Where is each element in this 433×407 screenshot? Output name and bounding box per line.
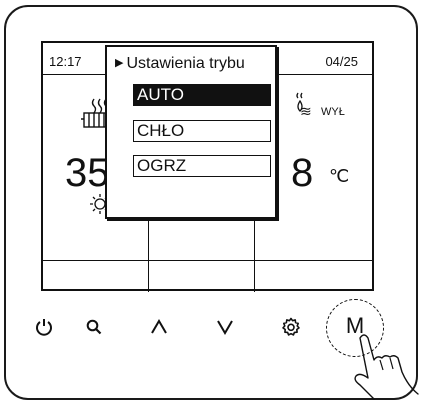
mode-settings-popup: ▶ Ustawienia trybu AUTO CHŁO OGRZ bbox=[105, 45, 277, 219]
power-button[interactable] bbox=[28, 311, 60, 343]
settings-button[interactable] bbox=[275, 311, 307, 343]
temperature-unit: ℃ bbox=[329, 166, 350, 186]
up-arrow-icon bbox=[151, 319, 167, 334]
up-button[interactable] bbox=[143, 311, 175, 343]
mode-option-auto[interactable]: AUTO bbox=[133, 84, 271, 106]
temperature-left: 35 bbox=[65, 151, 110, 195]
fan-wave-icon: ≋ bbox=[300, 103, 312, 119]
popup-title-text: Ustawienia trybu bbox=[126, 55, 245, 72]
bottom-divider bbox=[43, 260, 372, 261]
pointing-hand-icon bbox=[354, 334, 419, 400]
search-button[interactable] bbox=[78, 311, 110, 343]
pointer-arrow-icon: ▶ bbox=[115, 57, 124, 69]
bottom-divider-left bbox=[148, 220, 149, 292]
mode-option-heat[interactable]: OGRZ bbox=[133, 155, 271, 177]
search-icon bbox=[86, 319, 102, 335]
clock-time: 12:17 bbox=[49, 54, 82, 69]
date-display: 04/25 bbox=[325, 54, 358, 69]
down-arrow-icon bbox=[217, 320, 233, 335]
mode-option-cool[interactable]: CHŁO bbox=[133, 120, 271, 142]
power-icon bbox=[36, 319, 52, 336]
temperature-right: 8 bbox=[291, 151, 314, 195]
popup-title: ▶ Ustawienia trybu bbox=[115, 55, 245, 73]
bottom-divider-right bbox=[254, 220, 255, 292]
down-button[interactable] bbox=[209, 311, 241, 343]
settings-icon bbox=[282, 317, 300, 336]
status-off-label: WYŁ bbox=[321, 106, 345, 118]
